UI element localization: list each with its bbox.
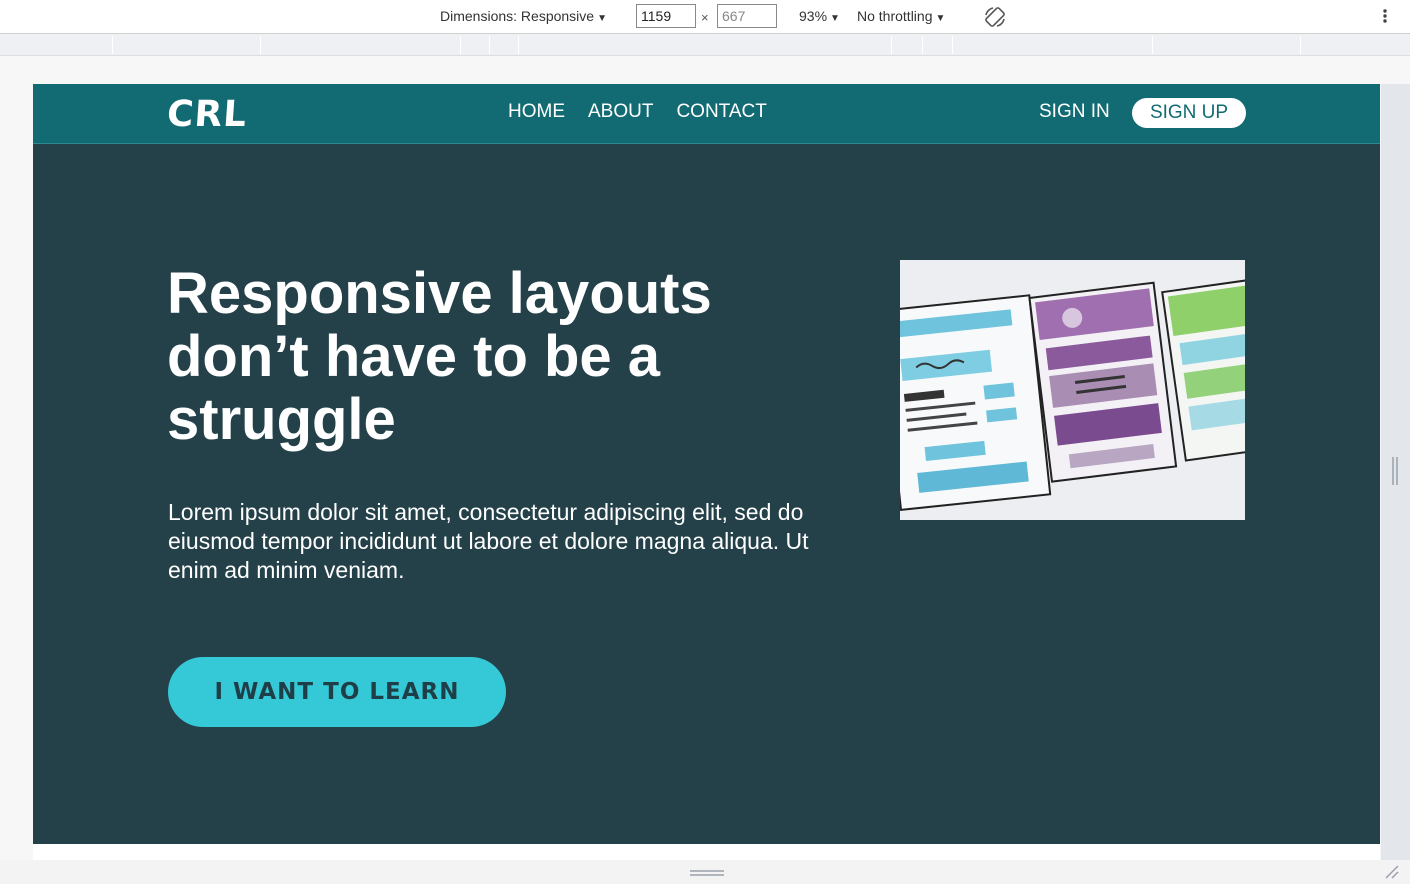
nav-link-contact[interactable]: CONTACT [676, 101, 766, 123]
zoom-dropdown[interactable]: 93% ▼ [799, 8, 840, 24]
caret-down-icon: ▼ [935, 13, 946, 24]
ruler-tick [1152, 36, 1153, 54]
caret-down-icon: ▼ [830, 13, 840, 24]
sign-up-button[interactable]: SIGN UP [1132, 98, 1246, 128]
emulated-viewport: CRL HOME ABOUT CONTACT SIGN IN SIGN UP R… [33, 84, 1380, 844]
height-input[interactable] [717, 4, 777, 28]
ruler-tick [260, 36, 261, 54]
viewport-margin [0, 56, 1410, 84]
learn-cta-button[interactable]: I WANT TO LEARN [168, 657, 506, 727]
throttling-value: No throttling [857, 8, 933, 24]
site-navbar: CRL HOME ABOUT CONTACT SIGN IN SIGN UP [33, 84, 1380, 144]
media-query-ruler[interactable] [0, 34, 1410, 56]
throttling-dropdown[interactable]: No throttling ▼ [857, 8, 945, 24]
ruler-tick [922, 36, 923, 54]
rotate-icon[interactable] [983, 5, 1007, 29]
site-logo[interactable]: CRL [166, 94, 249, 135]
zoom-value: 93% [799, 8, 828, 24]
ruler-tick [460, 36, 461, 54]
ruler-tick [112, 36, 113, 54]
nav-link-home[interactable]: HOME [508, 101, 565, 123]
hero-description: Lorem ipsum dolor sit amet, consectetur … [168, 499, 809, 583]
resize-handle-icon[interactable] [1390, 455, 1400, 487]
width-input[interactable] [636, 4, 696, 28]
device-toolbar: Dimensions: Responsive▼ × 93%▼ No thrott… [0, 0, 1410, 34]
wireframe-sketch-image [900, 260, 1245, 520]
ruler-tick [952, 36, 953, 54]
ruler-tick [891, 36, 892, 54]
nav-link-about[interactable]: ABOUT [588, 101, 653, 123]
nav-links: HOME ABOUT CONTACT [508, 101, 767, 123]
ruler-tick [1300, 36, 1301, 54]
ruler-tick [518, 36, 519, 54]
more-vertical-icon[interactable] [1377, 4, 1393, 28]
dimensions-dropdown[interactable]: Dimensions: Responsive ▼ [440, 8, 607, 24]
sign-in-link[interactable]: SIGN IN [1039, 101, 1110, 123]
viewport-bottom-edge [33, 844, 1380, 860]
corner-resize-icon[interactable] [1384, 864, 1400, 880]
hero-title: Responsive layouts don’t have to be a st… [167, 261, 712, 452]
bottom-grip-icon[interactable] [690, 869, 724, 877]
dimensions-label: Dimensions: Responsive [440, 8, 595, 24]
caret-down-icon: ▼ [597, 13, 607, 24]
ruler-tick [489, 36, 490, 54]
dimension-separator: × [701, 10, 709, 25]
